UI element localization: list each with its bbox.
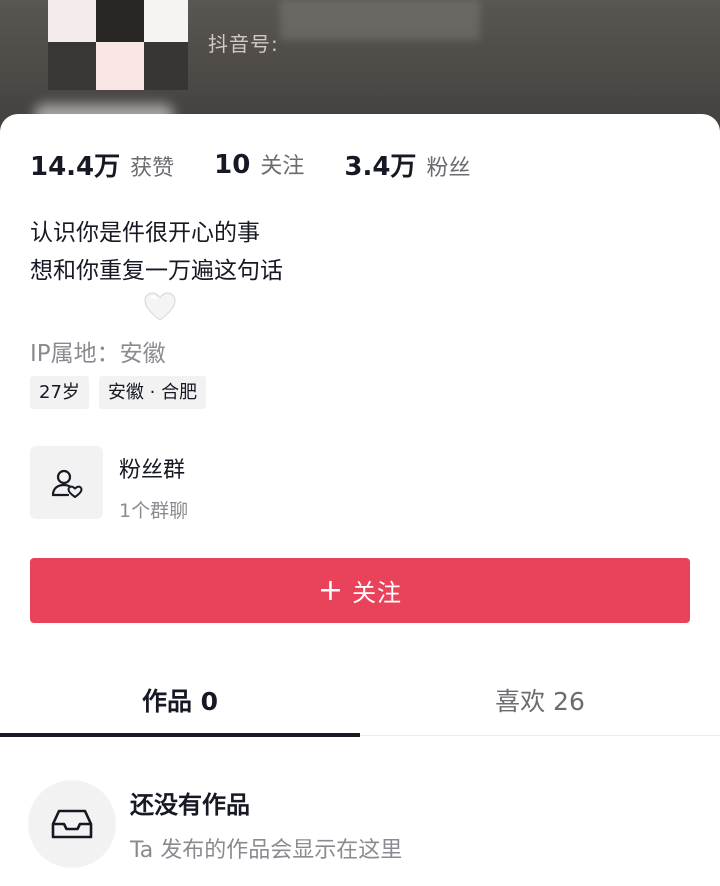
empty-state-title: 还没有作品 [130, 790, 250, 819]
stat-followers[interactable]: 3.4万 粉丝 [344, 146, 470, 183]
stat-following-value: 10 [214, 150, 251, 180]
tab-likes[interactable]: 喜欢 26 [360, 664, 720, 736]
fan-group-subtitle: 1个群聊 [119, 500, 189, 522]
profile-bio: 认识你是件很开心的事 想和你重复一万遍这句话 [30, 214, 283, 290]
inbox-tray-icon [51, 809, 93, 839]
active-tab-indicator [0, 733, 360, 737]
follow-button-label: 关注 [352, 579, 403, 607]
stat-likes-value: 14.4万 [30, 151, 121, 182]
age-tag: 27岁 [30, 376, 89, 409]
avatar[interactable] [48, 0, 188, 92]
stat-following[interactable]: 10 关注 [214, 148, 304, 180]
user-heart-icon [51, 469, 82, 498]
empty-state-icon-circle [28, 780, 116, 868]
douyin-id-label: 抖音号: [208, 32, 279, 56]
white-heart-icon [144, 292, 176, 321]
profile-stats: 14.4万 获赞 10 关注 3.4万 粉丝 [30, 146, 510, 182]
stat-likes-label: 获赞 [130, 155, 175, 181]
stat-following-label: 关注 [260, 154, 305, 179]
fan-group-entry[interactable]: 粉丝群 1个群聊 [30, 446, 188, 523]
bio-line: 想和你重复一万遍这句话 [30, 258, 283, 284]
fan-group-title: 粉丝群 [119, 458, 186, 483]
content-tabs: 作品 0 喜欢 26 [0, 664, 720, 737]
tab-works[interactable]: 作品 0 [0, 664, 360, 736]
fan-group-icon-box [30, 446, 103, 519]
stat-followers-value: 3.4万 [344, 151, 417, 182]
bio-line: 认识你是件很开心的事 [30, 220, 260, 246]
empty-state-subtitle: Ta 发布的作品会显示在这里 [130, 837, 403, 863]
ip-location: IP属地：安徽 [30, 341, 166, 367]
stat-likes[interactable]: 14.4万 获赞 [30, 146, 174, 183]
stat-followers-label: 粉丝 [426, 155, 471, 181]
plus-icon: + [317, 573, 345, 608]
location-tag: 安徽 · 合肥 [98, 376, 207, 409]
blurred-region [280, 0, 480, 40]
empty-state: 还没有作品 Ta 发布的作品会显示在这里 [28, 780, 402, 868]
follow-button[interactable]: + 关注 [30, 558, 690, 623]
profile-tags: 27岁 安徽 · 合肥 [30, 376, 216, 409]
